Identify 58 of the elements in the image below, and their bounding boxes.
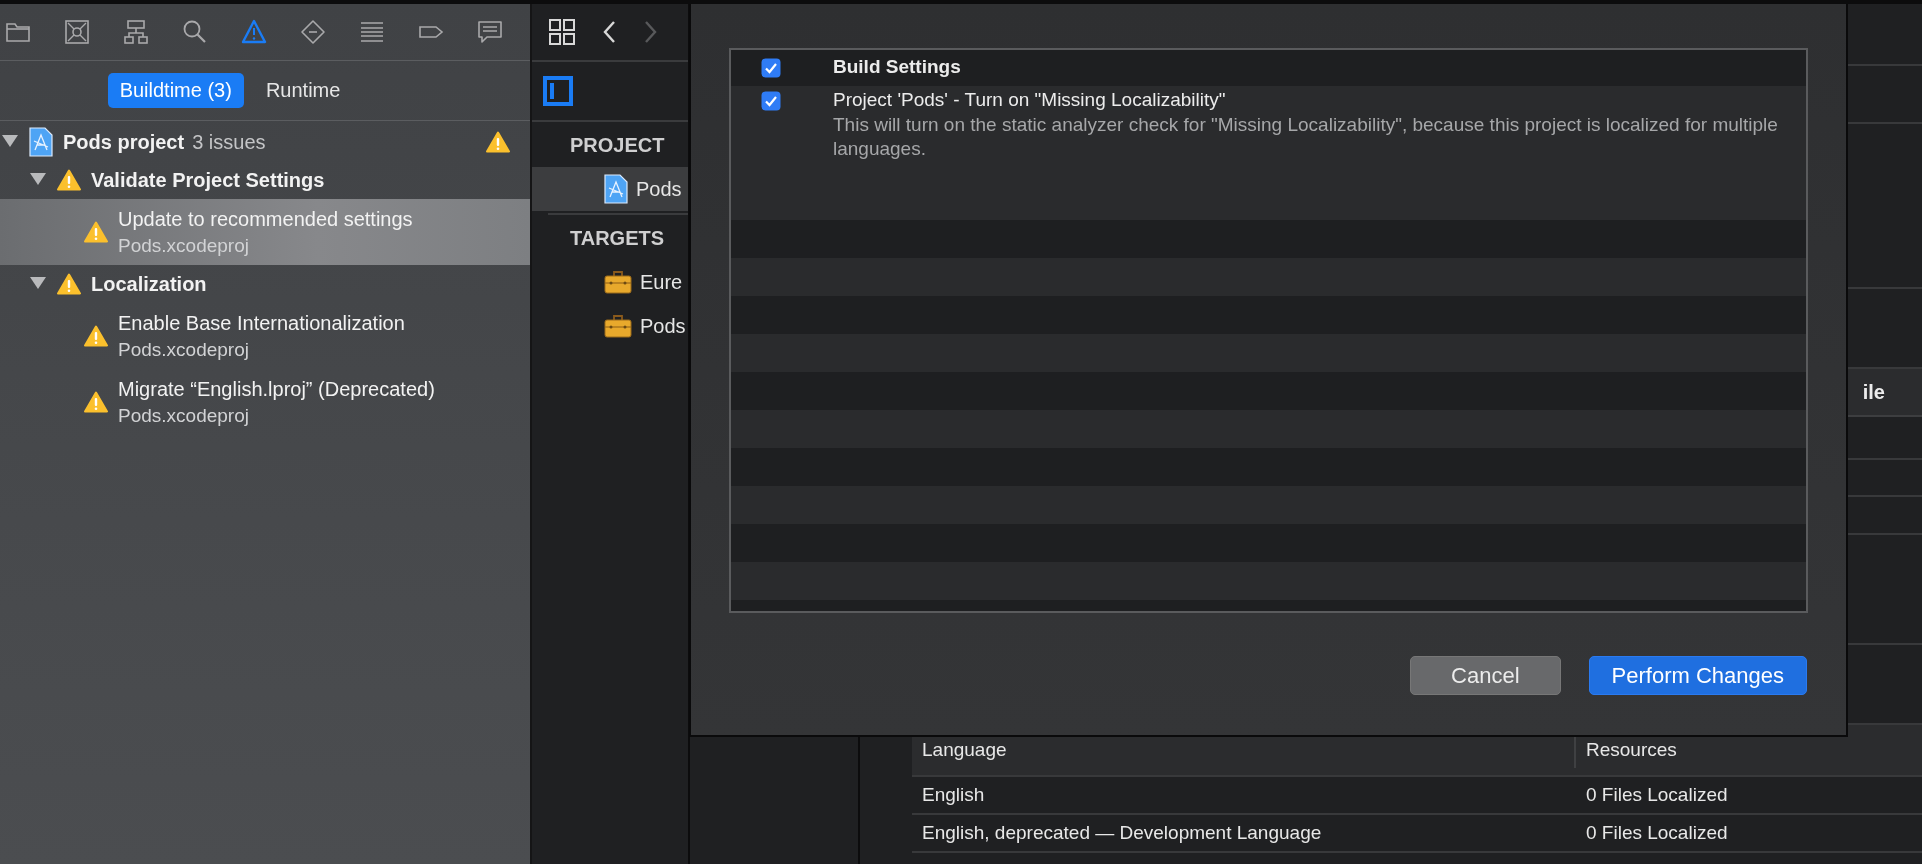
section-heading: TARGETS (569, 226, 666, 251)
issue-title: Pods project (63, 130, 185, 154)
document-icon (604, 174, 628, 204)
issue-row[interactable]: Enable Base Internationalization Pods.xcodeproj (0, 303, 530, 369)
toolbox-icon (604, 314, 632, 338)
speech-bubble-icon[interactable] (477, 19, 503, 45)
table-cell-text: English, deprecated — Development Language (921, 822, 1323, 844)
issue-row[interactable]: Validate Project Settings (0, 161, 530, 199)
warning-icon (84, 391, 108, 413)
perform-changes-button[interactable]: Perform Changes (1588, 656, 1807, 695)
segment-tab[interactable]: Buildtime (3) (107, 73, 244, 108)
warning-icon (57, 169, 81, 191)
issue-title: Enable Base Internationalization (118, 311, 405, 335)
project-row[interactable]: Pods (532, 167, 688, 211)
sidebar-icon[interactable] (543, 76, 573, 106)
warning-icon (84, 221, 108, 243)
checkbox[interactable] (761, 58, 781, 78)
segment-tab[interactable]: Runtime (253, 73, 353, 108)
issue-count: 3 issues (192, 130, 266, 154)
project-name: Eure (640, 270, 683, 294)
project-name: Pods (636, 177, 682, 201)
column-header: Resources (1585, 739, 1677, 761)
issue-file: Pods.xcodeproj (118, 234, 250, 257)
issue-row[interactable]: Update to recommended settings Pods.xcodeproj (0, 199, 530, 265)
list-lines-icon[interactable] (359, 19, 385, 45)
group-title: Build Settings (833, 56, 961, 78)
project-name: Pods (640, 314, 686, 338)
issue-row[interactable]: Migrate “English.lproj” (Deprecated) Pods.xcodeproj (0, 369, 530, 435)
table-cell-text: 0 Files Localized (1585, 822, 1728, 844)
change-title: Project 'Pods' - Turn on "Missing Localizability" (833, 89, 1227, 111)
cancel-button[interactable]: Cancel (1410, 656, 1561, 695)
table-cell-text: English (921, 784, 986, 806)
column-header: ile (1862, 380, 1885, 404)
warning-icon (486, 131, 510, 153)
change-description: This will turn on the static analyzer check for "Missing Localizability", because this project is localized for multiple languages. (833, 113, 1779, 161)
project-row[interactable]: Eure (532, 260, 688, 304)
section-heading: PROJECT (569, 133, 666, 158)
checkbox[interactable] (761, 91, 781, 111)
diamond-minus-icon[interactable] (300, 19, 326, 45)
warning-icon (84, 325, 108, 347)
issue-file: Pods.xcodeproj (118, 338, 250, 361)
toolbox-icon (604, 270, 632, 294)
square-x-icon[interactable] (64, 19, 90, 45)
document-icon (29, 127, 53, 157)
warning-icon[interactable] (241, 19, 267, 45)
grid-icon[interactable] (548, 18, 576, 46)
warning-icon (57, 273, 81, 295)
issue-title: Validate Project Settings (91, 168, 325, 192)
table-cell-text: 0 Files Localized (1585, 784, 1728, 806)
hierarchy-icon[interactable] (123, 19, 149, 45)
issue-title: Localization (91, 272, 207, 296)
issue-title: Migrate “English.lproj” (Deprecated) (118, 377, 435, 401)
issue-row[interactable]: Pods project 3 issues (0, 123, 530, 161)
issue-file: Pods.xcodeproj (118, 404, 250, 427)
issue-title: Update to recommended settings (118, 207, 413, 231)
project-row[interactable]: Pods (532, 304, 688, 348)
issue-row[interactable]: Localization (0, 265, 530, 303)
search-icon[interactable] (182, 19, 208, 45)
